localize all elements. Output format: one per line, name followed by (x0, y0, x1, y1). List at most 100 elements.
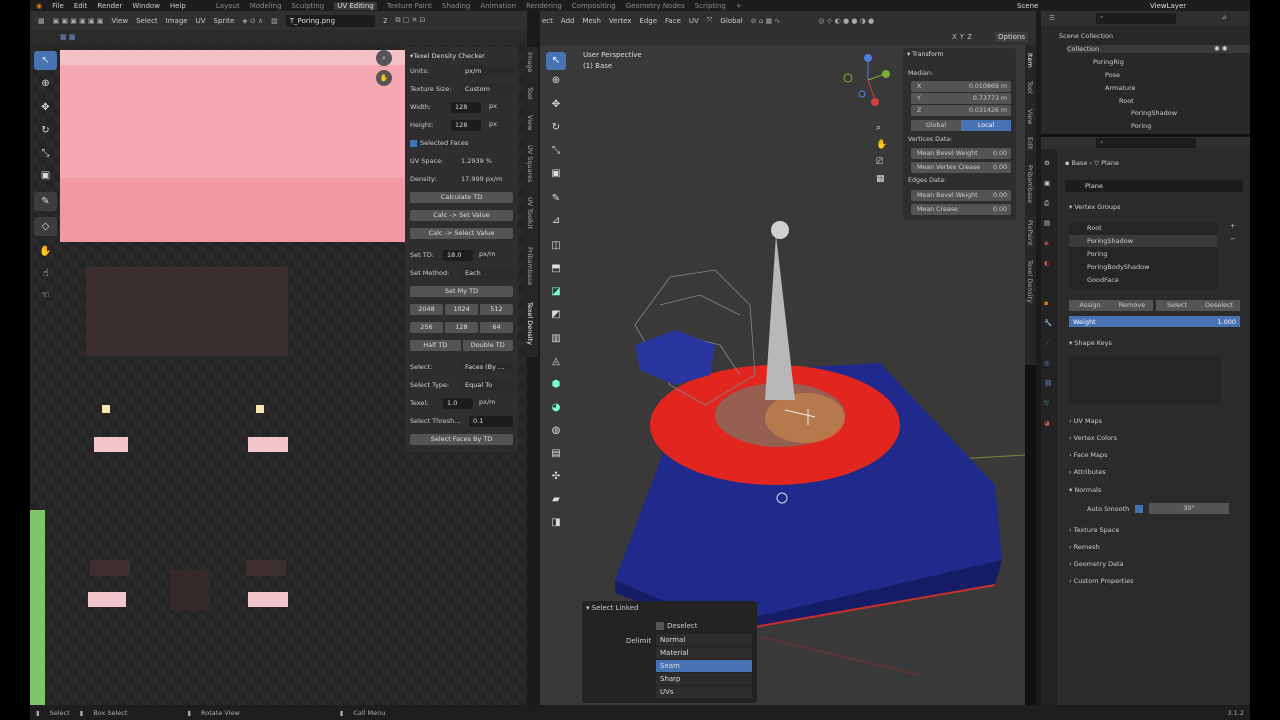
tab-uv-squares[interactable]: UV Squares (526, 145, 534, 183)
navigation-gizmo[interactable] (840, 50, 900, 120)
tab-rendering[interactable]: Rendering (526, 2, 562, 10)
shrink-tool-icon[interactable]: ✣ (546, 471, 566, 489)
menu-uv[interactable]: UV (196, 17, 206, 25)
viewlayer-selector[interactable]: ViewLayer (1150, 2, 1186, 10)
options-button[interactable]: Options (995, 32, 1029, 42)
preset-128-button[interactable]: 128 (445, 321, 478, 333)
relax-tool-icon[interactable]: ☝ (34, 264, 57, 283)
pivot-icons[interactable]: ◈ ⊙ ∧ (242, 17, 263, 25)
tab-layout[interactable]: Layout (216, 2, 240, 10)
overlay-icons[interactable]: ◎ ⊹ ◐ ● ● ◑ ● (818, 17, 874, 25)
face-maps-header[interactable]: › Face Maps (1069, 451, 1108, 459)
median-z-field[interactable]: Z 0.031426 m (911, 105, 1011, 116)
pinch-tool-icon[interactable]: ☜ (34, 286, 57, 305)
tool-tab-icon[interactable]: ⚙ (1044, 159, 1050, 167)
select-button[interactable]: Select (1156, 300, 1198, 311)
poly-build-tool-icon[interactable]: ⬢ (546, 379, 566, 397)
selected-faces-checkbox[interactable] (410, 139, 417, 147)
uv-select-mode-icons[interactable]: ▦ ▦ (60, 33, 75, 41)
median-y-field[interactable]: Y 0.73773 m (911, 93, 1011, 104)
vertex-group-item[interactable]: GoodFace (1069, 274, 1217, 286)
deselect-button[interactable]: Deselect (1198, 300, 1240, 311)
select-tool-icon[interactable]: ↖ (34, 51, 57, 70)
grid-view-icon[interactable]: ▦ (876, 174, 885, 184)
extrude-tool-icon[interactable]: ⬒ (546, 263, 566, 281)
weight-slider[interactable]: Weight 1.000 (1069, 316, 1240, 327)
tab-uv-toolkit[interactable]: UV Toolkit (526, 197, 534, 229)
remove-button[interactable]: Remove (1111, 300, 1153, 311)
double-td-button[interactable]: Double TD (462, 339, 513, 351)
measure-tool-icon[interactable]: ⊿ (546, 215, 566, 233)
pan-icon[interactable]: ✋ (876, 140, 887, 150)
zoom-icon[interactable]: ⌕ (876, 123, 881, 133)
texture-space-header[interactable]: › Texture Space (1069, 526, 1119, 534)
view-layer-tab-icon[interactable]: ▤ (1044, 219, 1050, 227)
transform-tool-icon[interactable]: ▣ (34, 166, 57, 185)
add-workspace-button[interactable]: + (736, 2, 742, 10)
tab-geometry-nodes[interactable]: Geometry Nodes (626, 2, 685, 10)
world-tab-icon[interactable]: ◐ (1044, 259, 1050, 267)
select-tool-icon[interactable]: ↖ (546, 52, 566, 70)
scale-tool-icon[interactable]: ⤡ (34, 144, 57, 163)
tab-view[interactable]: View (526, 115, 534, 130)
menu-select-partial[interactable]: ect (542, 17, 553, 25)
calculate-td-button[interactable]: Calculate TD (410, 191, 513, 203)
uv-maps-header[interactable]: › UV Maps (1069, 417, 1102, 425)
delimit-seam[interactable]: Seam (656, 660, 752, 672)
menu-add[interactable]: Add (561, 17, 575, 25)
outliner-item-armature[interactable]: Armature (1105, 84, 1136, 92)
mirror-axes[interactable]: XYZ (952, 33, 975, 41)
annotate-tool-icon[interactable]: ✎ (34, 192, 57, 211)
scale-tool-icon[interactable]: ⤡ (546, 145, 566, 163)
tab-texel-density[interactable]: Texel Density (526, 302, 534, 345)
preset-512-button[interactable]: 512 (480, 303, 513, 315)
outliner-item-poringshadow[interactable]: PoringShadow (1131, 109, 1177, 117)
set-method-dropdown[interactable]: Each (461, 267, 513, 279)
mean-crease-field[interactable]: Mean Crease 0.00 (911, 204, 1011, 215)
vertex-group-item[interactable]: PoringShadow (1069, 235, 1217, 247)
tab-tool[interactable]: Tool (526, 87, 534, 100)
tab-image[interactable]: Image (526, 52, 534, 72)
tab-texture-paint[interactable]: Texture Paint (387, 2, 432, 10)
particles-tab-icon[interactable]: ⋰ (1044, 339, 1051, 347)
rip-tool-icon[interactable]: ◇ (34, 217, 57, 236)
set-my-td-button[interactable]: Set My TD (410, 285, 513, 297)
texture-size-dropdown[interactable]: Custom (461, 83, 513, 95)
annotate-tool-icon[interactable]: ✎ (546, 193, 566, 211)
tab-modeling[interactable]: Modeling (250, 2, 282, 10)
delimit-uvs[interactable]: UVs (656, 686, 752, 698)
edge-slide-tool-icon[interactable]: ▤ (546, 448, 566, 466)
inset-tool-icon[interactable]: ◪ (546, 286, 566, 304)
scene-collection[interactable]: Scene Collection (1059, 32, 1113, 40)
physics-tab-icon[interactable]: ◎ (1044, 359, 1050, 367)
half-td-button[interactable]: Half TD (410, 339, 461, 351)
local-button[interactable]: Local (961, 120, 1011, 131)
rip-tool-icon[interactable]: ◨ (546, 517, 566, 535)
cursor-tool-icon[interactable]: ⊕ (34, 74, 57, 93)
tab-pribambase[interactable]: Pribambase (1026, 165, 1034, 203)
auto-smooth-checkbox[interactable] (1135, 505, 1143, 513)
remove-group-icon[interactable]: − (1230, 235, 1235, 243)
menu-render[interactable]: Render (97, 2, 122, 10)
constraints-tab-icon[interactable]: ⛓ (1044, 379, 1052, 387)
modifier-tab-icon[interactable]: 🔧 (1044, 319, 1052, 327)
select-type-dropdown[interactable]: Equal To (461, 379, 513, 391)
outliner-item-poring[interactable]: Poring (1131, 122, 1151, 130)
menu-edge[interactable]: Edge (639, 17, 657, 25)
tab-pixpaint[interactable]: PixPaint (1026, 220, 1034, 246)
mean-bevel-weight-field[interactable]: Mean Bevel Weight 0.00 (911, 148, 1011, 159)
tab-uv-editing[interactable]: UV Editing (334, 1, 377, 10)
uv-mode-icons[interactable]: ▣ ▣ ▣ ▣ ▣ ▣ (53, 17, 104, 25)
camera-icon[interactable]: ⎚ (876, 157, 883, 167)
pan-icon[interactable]: ✋ (376, 70, 392, 86)
rotate-tool-icon[interactable]: ↻ (546, 122, 566, 140)
assign-button[interactable]: Assign (1069, 300, 1111, 311)
height-field[interactable]: 128 (451, 119, 481, 131)
add-group-icon[interactable]: + (1230, 222, 1235, 230)
edge-bevel-weight-field[interactable]: Mean Bevel Weight 0.00 (911, 190, 1011, 201)
output-tab-icon[interactable]: ⎙ (1044, 199, 1049, 208)
grab-tool-icon[interactable]: ✋ (34, 242, 57, 261)
shape-keys-header[interactable]: ▾ Shape Keys (1069, 339, 1112, 347)
editor-type-icon[interactable]: ▦ (38, 17, 45, 25)
tab-texel-density[interactable]: Texel Density (1026, 260, 1034, 303)
